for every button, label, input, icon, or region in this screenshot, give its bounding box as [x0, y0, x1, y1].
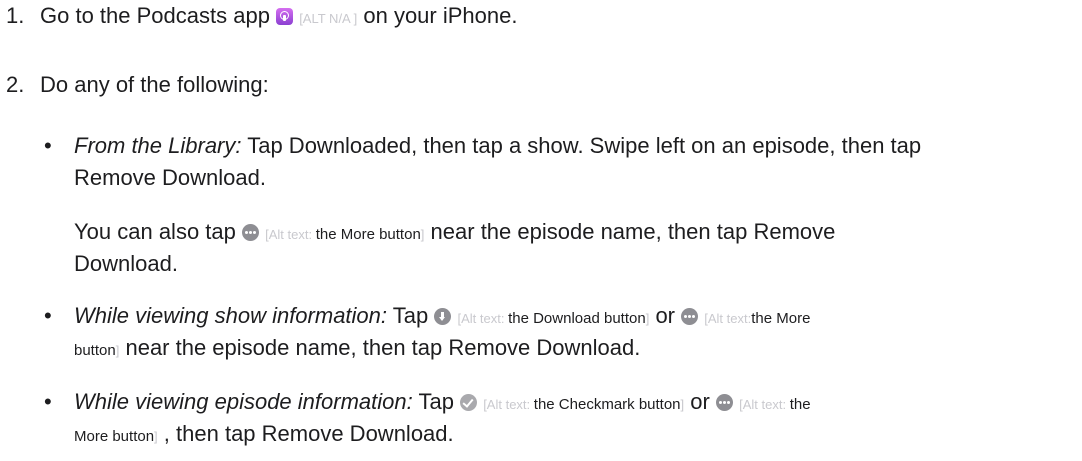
alt-more-button-2: [Alt text:the More	[704, 310, 811, 327]
bullet-3-tap: Tap	[418, 389, 454, 414]
step-2-number: 2.	[6, 72, 25, 97]
bullet-2-line-2: button] near the episode name, then tap …	[74, 335, 641, 360]
download-icon	[434, 308, 452, 325]
bullet-1-marker: •	[44, 133, 52, 158]
more-icon	[242, 224, 259, 241]
bullet-2-line-1: While viewing show information: Tap [Alt…	[74, 300, 810, 335]
bullet-3-or: or	[690, 389, 710, 414]
bullet-1-text-1: Tap Downloaded, then tap a show. Swipe l…	[247, 133, 922, 158]
bullet-2-marker: •	[44, 303, 52, 328]
checkmark-icon	[460, 394, 478, 411]
bullet-2-label: While viewing show information:	[74, 303, 388, 328]
bullet-3-marker: •	[44, 389, 52, 414]
more-icon	[681, 308, 699, 325]
bullet-1-para-a: You can also tap	[74, 219, 236, 244]
step-1-text-a: Go to the Podcasts app	[40, 3, 270, 28]
bullet-3-line-2: More button] , then tap Remove Download.	[74, 421, 454, 446]
bullet-2-tap: Tap	[392, 303, 429, 328]
step-1-alt: [ALT N/A ]	[299, 11, 358, 26]
step-1-number: 1.	[6, 3, 25, 28]
bullet-1-para-b: near the episode name, then tap Remove	[430, 219, 836, 244]
step-2-text: Do any of the following:	[40, 72, 269, 97]
step-1-text-b: on your iPhone.	[363, 3, 518, 28]
bullet-1-para-line-1: You can also tap [Alt text: the More but…	[74, 216, 835, 251]
alt-more-button-3: [Alt text: the	[739, 396, 811, 413]
bullet-1-line-2: Remove Download.	[74, 165, 266, 190]
bullet-1-label: From the Library:	[74, 133, 242, 158]
document: 1. Go to the Podcasts app [ALT N/A ] on …	[0, 0, 1082, 461]
alt-download-button: [Alt text: the Download button]	[457, 310, 650, 327]
alt-more-button-3-cont: More button	[74, 428, 155, 445]
alt-more-button-2-cont: button	[74, 342, 116, 359]
step-1-text: Go to the Podcasts app [ALT N/A ] on you…	[40, 0, 517, 35]
more-icon	[715, 394, 733, 411]
bullet-2-or: or	[655, 303, 675, 328]
bullet-3-label: While viewing episode information:	[74, 389, 413, 414]
bullet-3-text-2: , then tap Remove Download.	[163, 421, 454, 446]
bullet-1-line-1: From the Library: Tap Downloaded, then t…	[74, 130, 921, 162]
alt-checkmark-button: [Alt text: the Checkmark button]	[483, 396, 685, 413]
bullet-1-para-line-2: Download.	[74, 251, 178, 276]
bullet-3-line-1: While viewing episode information: Tap […	[74, 386, 811, 421]
bullet-2-text-2: near the episode name, then tap Remove D…	[125, 335, 641, 360]
alt-more-button-1: [Alt text: the More button]	[265, 226, 425, 243]
podcasts-app-icon	[276, 8, 294, 25]
